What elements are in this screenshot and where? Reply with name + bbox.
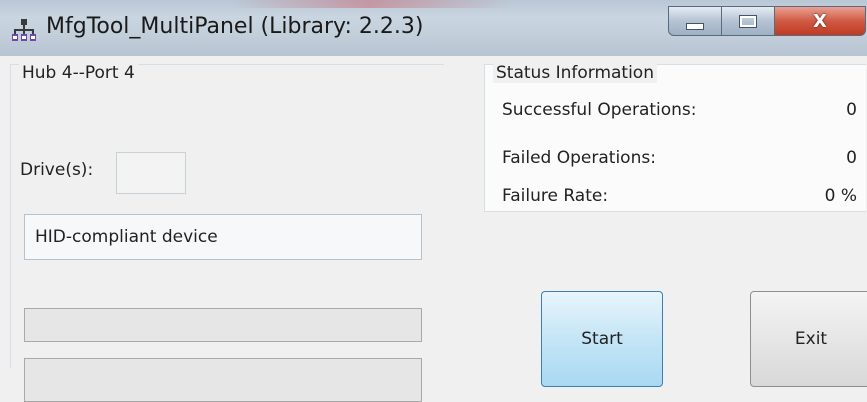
port-group-label: Hub 4--Port 4 bbox=[19, 63, 138, 83]
progress-bar-2 bbox=[24, 358, 422, 402]
title-bar[interactable]: MfgTool_MultiPanel (Library: 2.2.3) X bbox=[0, 0, 867, 56]
drive-field bbox=[116, 152, 186, 194]
start-button[interactable]: Start bbox=[541, 291, 663, 387]
progress-bar-1 bbox=[24, 308, 422, 342]
successful-operations-value: 0 bbox=[846, 100, 857, 120]
close-icon: X bbox=[813, 10, 827, 32]
minimize-button[interactable] bbox=[668, 6, 722, 36]
failed-operations-label: Failed Operations: bbox=[502, 148, 656, 168]
maximize-icon bbox=[739, 14, 757, 28]
usb-hub-icon bbox=[12, 19, 36, 41]
window-title: MfgTool_MultiPanel (Library: 2.2.3) bbox=[46, 14, 424, 39]
close-button[interactable]: X bbox=[774, 6, 866, 36]
successful-operations-label: Successful Operations: bbox=[502, 100, 697, 120]
device-description-box: HID-compliant device bbox=[24, 214, 422, 260]
maximize-button[interactable] bbox=[721, 6, 775, 36]
drive-label: Drive(s): bbox=[20, 160, 94, 180]
status-group-label: Status Information bbox=[493, 63, 657, 83]
failure-rate-label: Failure Rate: bbox=[502, 186, 609, 206]
device-description: HID-compliant device bbox=[35, 227, 218, 247]
failure-rate-value: 0 % bbox=[824, 186, 857, 206]
failed-operations-value: 0 bbox=[846, 148, 857, 168]
client-area: Hub 4--Port 4 Drive(s): HID-compliant de… bbox=[8, 56, 867, 402]
exit-button[interactable]: Exit bbox=[750, 291, 867, 387]
minimize-icon bbox=[686, 22, 704, 30]
